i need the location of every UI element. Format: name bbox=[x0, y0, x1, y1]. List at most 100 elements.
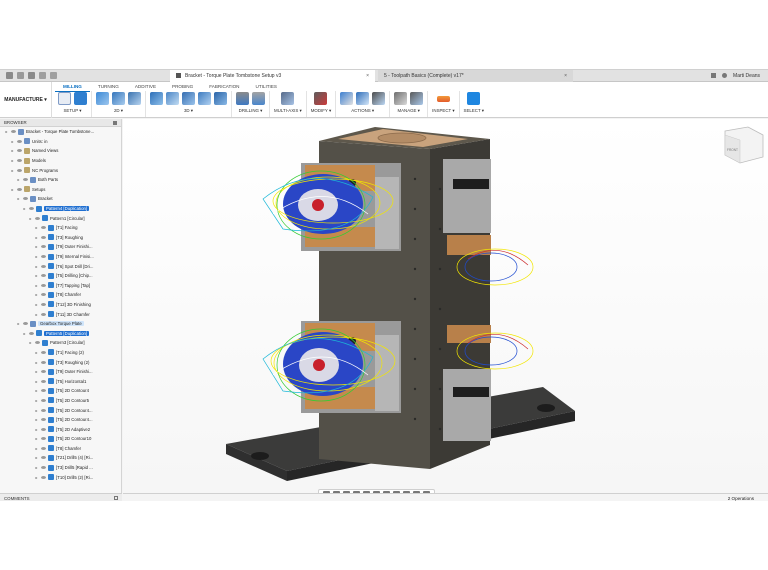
expand-arrow-icon[interactable]: ▸ bbox=[34, 427, 39, 432]
visibility-eye-icon[interactable] bbox=[11, 130, 16, 134]
browser-node[interactable]: ▸ [T9] Internal Finisi... bbox=[0, 252, 121, 262]
expand-arrow-icon[interactable]: ▸ bbox=[34, 379, 39, 384]
group-label[interactable]: INSPECT ▾ bbox=[432, 108, 454, 114]
visibility-eye-icon[interactable] bbox=[29, 331, 34, 335]
expand-arrow-icon[interactable]: ▸ bbox=[34, 436, 39, 441]
comments-panel[interactable]: COMMENTS bbox=[0, 493, 122, 501]
model-render[interactable]: FRONT bbox=[123, 119, 768, 493]
document-tab-active[interactable]: Bracket - Torque Plate Tombstone Setup v… bbox=[170, 70, 375, 82]
pocket-clearing-icon[interactable] bbox=[166, 92, 179, 105]
swarf-icon[interactable] bbox=[281, 92, 295, 105]
visibility-eye-icon[interactable] bbox=[17, 139, 22, 143]
expand-arrow-icon[interactable]: ▸ bbox=[34, 369, 39, 374]
expand-arrow-icon[interactable]: ▸ bbox=[34, 225, 39, 230]
browser-node[interactable]: ▸ [T8] Chamfer bbox=[0, 290, 121, 300]
canvas-viewport[interactable]: FRONT bbox=[123, 119, 768, 493]
browser-node[interactable]: ▸ [T8] Chamfer bbox=[0, 444, 121, 454]
visibility-eye-icon[interactable] bbox=[41, 379, 46, 383]
close-tab-icon[interactable]: × bbox=[564, 73, 567, 79]
visibility-eye-icon[interactable] bbox=[35, 341, 40, 345]
expand-arrow-icon[interactable]: ▸ bbox=[34, 350, 39, 355]
browser-node[interactable]: ▸ [T7] Tapping [Tap] bbox=[0, 281, 121, 291]
save-icon[interactable] bbox=[28, 72, 35, 79]
redo-icon[interactable] bbox=[50, 72, 57, 79]
visibility-eye-icon[interactable] bbox=[41, 437, 46, 441]
browser-node[interactable]: ▸ Units: in bbox=[0, 137, 121, 147]
visibility-eye-icon[interactable] bbox=[17, 149, 22, 153]
visibility-eye-icon[interactable] bbox=[23, 178, 28, 182]
browser-node[interactable]: ▸ Setups bbox=[0, 185, 121, 195]
browser-node[interactable]: ▸ Pattern4 [Duplication] bbox=[0, 204, 121, 214]
expand-arrow-icon[interactable]: ▸ bbox=[4, 129, 9, 134]
expand-arrow-icon[interactable]: ▸ bbox=[10, 158, 15, 163]
visibility-eye-icon[interactable] bbox=[35, 216, 40, 220]
visibility-eye-icon[interactable] bbox=[41, 475, 46, 479]
browser-node[interactable]: ▸ Named Views bbox=[0, 146, 121, 156]
measure-icon[interactable] bbox=[436, 95, 450, 102]
expand-arrow-icon[interactable]: ▸ bbox=[34, 292, 39, 297]
visibility-eye-icon[interactable] bbox=[17, 168, 22, 172]
expand-arrow-icon[interactable]: ▸ bbox=[10, 187, 15, 192]
visibility-eye-icon[interactable] bbox=[41, 398, 46, 402]
browser-node[interactable]: ▸ [T5] Horizontal1 bbox=[0, 376, 121, 386]
browser-node[interactable]: ▸ [T3] Drill5 [Rapid ... bbox=[0, 463, 121, 473]
expand-arrow-icon[interactable]: ▸ bbox=[16, 177, 21, 182]
browser-node[interactable]: ▸ [T9] Outer Finishi... bbox=[0, 367, 121, 377]
workspace-switcher[interactable]: MANUFACTURE ▾ bbox=[0, 82, 52, 118]
visibility-eye-icon[interactable] bbox=[41, 255, 46, 259]
browser-node[interactable]: ▸ [T5] 2D Contour5 bbox=[0, 396, 121, 406]
folder-setup-icon[interactable] bbox=[58, 92, 71, 105]
visibility-eye-icon[interactable] bbox=[41, 456, 46, 460]
visibility-eye-icon[interactable] bbox=[41, 245, 46, 249]
grid-menu-icon[interactable] bbox=[6, 72, 13, 79]
face-icon[interactable] bbox=[96, 92, 109, 105]
expand-arrow-icon[interactable]: ▸ bbox=[34, 254, 39, 259]
visibility-eye-icon[interactable] bbox=[23, 322, 28, 326]
group-label[interactable]: ACTIONS ▾ bbox=[351, 108, 374, 114]
expand-icon[interactable] bbox=[114, 496, 118, 500]
group-label[interactable]: MULTI-AXIS ▾ bbox=[274, 108, 302, 114]
browser-node[interactable]: ▸ NC Programs bbox=[0, 165, 121, 175]
expand-arrow-icon[interactable]: ▸ bbox=[10, 139, 15, 144]
adaptive-icon[interactable] bbox=[112, 92, 125, 105]
browser-node[interactable]: ▸ [T6] Spot Drill [Dri... bbox=[0, 261, 121, 271]
expand-arrow-icon[interactable]: ▸ bbox=[34, 398, 39, 403]
visibility-eye-icon[interactable] bbox=[41, 264, 46, 268]
browser-node[interactable]: ▸ [T1] Facing (2) bbox=[0, 348, 121, 358]
collapse-icon[interactable] bbox=[113, 120, 117, 125]
expand-arrow-icon[interactable]: ▸ bbox=[34, 455, 39, 460]
browser-node[interactable]: ▸ [T5] 2D Contour4 bbox=[0, 386, 121, 396]
expand-arrow-icon[interactable]: ▸ bbox=[34, 417, 39, 422]
group-label[interactable]: MANAGE ▾ bbox=[397, 108, 419, 114]
visibility-eye-icon[interactable] bbox=[23, 197, 28, 201]
group-label[interactable]: 2D ▾ bbox=[114, 108, 123, 114]
visibility-eye-icon[interactable] bbox=[41, 389, 46, 393]
expand-arrow-icon[interactable]: ▸ bbox=[10, 168, 15, 173]
visibility-eye-icon[interactable] bbox=[41, 466, 46, 470]
tool-library-icon[interactable] bbox=[394, 92, 408, 105]
nc-program-icon[interactable] bbox=[74, 92, 87, 105]
expand-arrow-icon[interactable]: ▸ bbox=[34, 244, 39, 249]
expand-arrow-icon[interactable]: ▸ bbox=[34, 273, 39, 278]
help-icon[interactable] bbox=[722, 73, 728, 78]
group-label[interactable]: SETUP ▾ bbox=[64, 108, 82, 114]
visibility-eye-icon[interactable] bbox=[41, 418, 46, 422]
browser-node[interactable]: ▸ [T3] Roughing (2) bbox=[0, 357, 121, 367]
group-label[interactable]: 3D ▾ bbox=[184, 108, 193, 114]
browser-node[interactable]: ▸ Pattern5 [Duplication] bbox=[0, 328, 121, 338]
expand-arrow-icon[interactable]: ▸ bbox=[10, 148, 15, 153]
expand-arrow-icon[interactable]: ▸ bbox=[34, 235, 39, 240]
post-process-icon[interactable] bbox=[372, 92, 386, 105]
visibility-eye-icon[interactable] bbox=[17, 159, 22, 163]
visibility-eye-icon[interactable] bbox=[41, 427, 46, 431]
group-label[interactable]: DRILLING ▾ bbox=[239, 108, 263, 114]
visibility-eye-icon[interactable] bbox=[41, 274, 46, 278]
browser-node[interactable]: ▸ [T5] 2D Contour10 bbox=[0, 434, 121, 444]
expand-arrow-icon[interactable]: ▸ bbox=[34, 446, 39, 451]
expand-arrow-icon[interactable]: ▸ bbox=[22, 206, 27, 211]
expand-arrow-icon[interactable]: ▸ bbox=[28, 216, 33, 221]
browser-node[interactable]: ▸ [T11] 3D Chamfer bbox=[0, 309, 121, 319]
user-name[interactable]: Marti Deans bbox=[733, 73, 760, 79]
visibility-eye-icon[interactable] bbox=[41, 293, 46, 297]
select-cursor-icon[interactable] bbox=[467, 92, 481, 105]
